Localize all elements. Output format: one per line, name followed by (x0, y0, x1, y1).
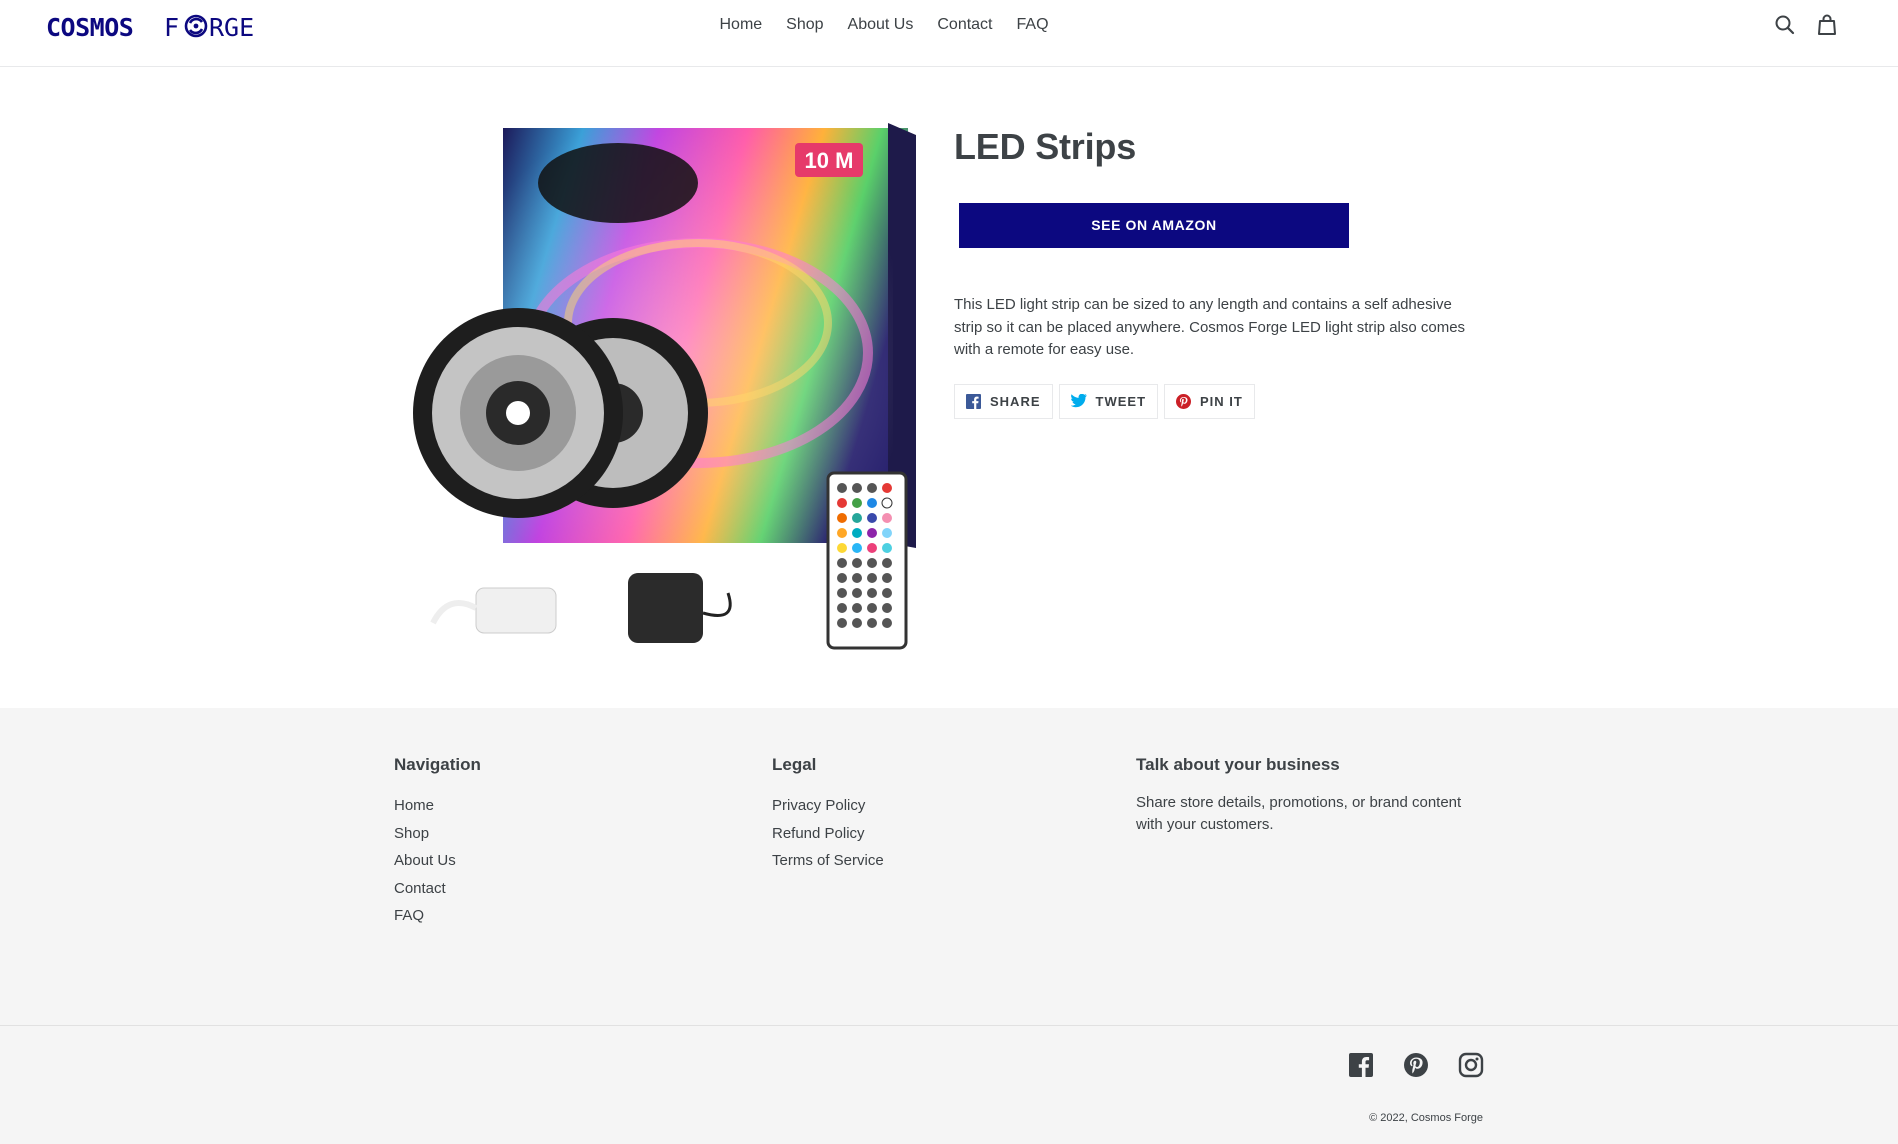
share-twitter-button[interactable]: TWEET (1058, 383, 1159, 419)
product-section: 10 M LED Strips SEE ON AMAZON This LED l… (0, 68, 1898, 708)
box-label: 10 M (805, 148, 854, 173)
share-facebook-button[interactable]: SHARE (954, 383, 1053, 419)
copyright-store-link[interactable]: Cosmos Forge (1411, 1112, 1483, 1124)
share-facebook-label: SHARE (990, 393, 1041, 409)
share-pinterest-button[interactable]: PIN IT (1164, 383, 1255, 419)
footer-link-refund-policy[interactable]: Refund Policy (772, 825, 865, 842)
svg-text:RGE: RGE (209, 13, 254, 42)
footer-link-contact[interactable]: Contact (394, 880, 446, 897)
footer-navigation: Navigation Home Shop About Us Contact FA… (394, 754, 481, 930)
see-on-amazon-button[interactable]: SEE ON AMAZON (959, 203, 1349, 248)
pinterest-icon (1176, 393, 1192, 409)
copyright: © 2022, Cosmos Forge (1369, 1112, 1483, 1124)
nav-link-contact[interactable]: Contact (925, 14, 1004, 36)
footer-social-links (1348, 1052, 1484, 1078)
footer-business: Talk about your business Share store det… (1136, 754, 1476, 836)
pinterest-icon[interactable] (1403, 1052, 1429, 1078)
svg-text:F: F (164, 13, 179, 42)
footer-legal-heading: Legal (772, 755, 817, 774)
svg-text:COSMOS: COSMOS (46, 13, 133, 42)
footer-link-privacy-policy[interactable]: Privacy Policy (772, 797, 865, 814)
cart-icon[interactable] (1816, 13, 1838, 37)
site-footer: Navigation Home Shop About Us Contact FA… (0, 708, 1898, 1144)
share-twitter-label: TWEET (1095, 393, 1147, 409)
social-share-buttons: SHARE TWEET PIN IT (954, 383, 1474, 419)
footer-link-shop[interactable]: Shop (394, 825, 429, 842)
footer-link-terms-of-service[interactable]: Terms of Service (772, 852, 884, 869)
main-nav: Home Shop About Us Contact FAQ (0, 14, 1898, 36)
product-info: LED Strips SEE ON AMAZON This LED light … (954, 123, 1474, 419)
product-image[interactable]: 10 M (398, 123, 918, 723)
footer-navigation-heading: Navigation (394, 755, 481, 774)
footer-legal: Legal Privacy Policy Refund Policy Terms… (772, 754, 884, 875)
store-logo[interactable]: COSMOS F RGE (46, 12, 261, 42)
logo-wordmark: COSMOS F RGE (46, 13, 254, 42)
nav-link-faq[interactable]: FAQ (1005, 14, 1061, 36)
footer-business-text: Share store details, promotions, or bran… (1136, 794, 1462, 833)
footer-link-about-us[interactable]: About Us (394, 852, 456, 869)
share-pinterest-label: PIN IT (1200, 393, 1243, 409)
site-header: COSMOS F RGE Home Shop About Us Contact … (0, 0, 1898, 67)
footer-link-home[interactable]: Home (394, 797, 434, 814)
copyright-prefix: © 2022, (1369, 1112, 1408, 1124)
nav-link-shop[interactable]: Shop (774, 14, 835, 36)
footer-link-faq[interactable]: FAQ (394, 907, 424, 924)
nav-link-home[interactable]: Home (707, 14, 774, 36)
instagram-icon[interactable] (1458, 1052, 1484, 1078)
search-icon[interactable] (1774, 13, 1796, 37)
product-description: This LED light strip can be sized to any… (954, 296, 1466, 358)
nav-link-about-us[interactable]: About Us (836, 14, 926, 36)
footer-divider (0, 1025, 1898, 1026)
facebook-icon (966, 393, 981, 409)
footer-business-heading: Talk about your business (1136, 755, 1340, 774)
facebook-icon[interactable] (1348, 1052, 1374, 1078)
product-title: LED Strips (954, 126, 1137, 167)
header-icons (1774, 13, 1838, 37)
twitter-icon (1070, 394, 1087, 408)
